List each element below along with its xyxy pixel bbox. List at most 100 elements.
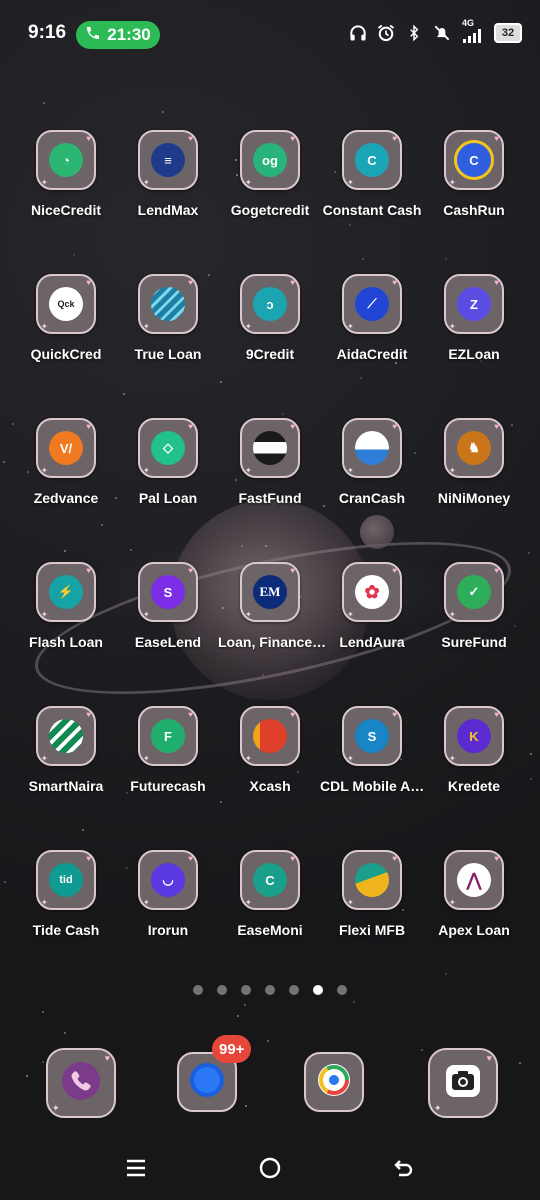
app-smartnaira[interactable]: ♥ ✦ SmartNaira xyxy=(14,706,118,794)
app-ezloan[interactable]: ♥ ✦ Z EZLoan xyxy=(422,274,526,362)
app-icon: ♥ ✦ C xyxy=(240,850,300,910)
app-xcash[interactable]: ♥ ✦ Xcash xyxy=(218,706,322,794)
app-icon: ♥ ✦ C xyxy=(444,130,504,190)
app-flash-loan[interactable]: ♥ ✦ ⚡ Flash Loan xyxy=(14,562,118,650)
star xyxy=(237,1015,239,1017)
recents-icon xyxy=(125,1157,147,1184)
messages-icon xyxy=(189,1062,225,1103)
app-icon: ♥ ✦ Z xyxy=(444,274,504,334)
app-lendaura[interactable]: ♥ ✦ ✿ LendAura xyxy=(320,562,424,650)
star xyxy=(445,973,447,975)
lendmax-icon: ≡ xyxy=(151,143,185,177)
app-icon: ♥ ✦ C xyxy=(342,130,402,190)
ongoing-call-pill[interactable]: 21:30 xyxy=(76,21,160,49)
star xyxy=(262,674,264,676)
call-timer: 21:30 xyxy=(107,25,151,44)
star xyxy=(162,111,164,113)
home-button[interactable] xyxy=(250,1152,290,1188)
alarm-icon xyxy=(376,22,396,44)
app-ninimoney[interactable]: ♥ ✦ ♞ NiNiMoney xyxy=(422,418,526,506)
app-icon: ♥ ✦ ♞ xyxy=(444,418,504,478)
app-apex-loan[interactable]: ♥ ✦ ⋀ Apex Loan xyxy=(422,850,526,938)
star xyxy=(421,1049,423,1051)
page-dot[interactable] xyxy=(241,985,251,995)
app-label: CDL Mobile A… xyxy=(320,778,425,794)
app-icon: ♥ ✦ S xyxy=(342,706,402,766)
star xyxy=(353,1001,355,1003)
app-icon: ♥ ✦ ⋀ xyxy=(444,850,504,910)
app-quickcred[interactable]: ♥ ✦ Qck QuickCred xyxy=(14,274,118,362)
app-aidacredit[interactable]: ♥ ✦ ⟋ AidaCredit xyxy=(320,274,424,362)
app-flexi-mfb[interactable]: ♥ ✦ Flexi MFB xyxy=(320,850,424,938)
star xyxy=(244,1004,246,1006)
app-label: QuickCred xyxy=(30,346,102,362)
app-label: CranCash xyxy=(338,490,406,506)
app-cashrun[interactable]: ♥ ✦ C CashRun xyxy=(422,130,526,218)
flexi-mfb-icon xyxy=(355,863,389,897)
app-nicecredit[interactable]: ♥ ✦ ◔ NiceCredit xyxy=(14,130,118,218)
fastfund-icon xyxy=(253,431,287,465)
star xyxy=(82,829,84,831)
app-tide-cash[interactable]: ♥ ✦ tid Tide Cash xyxy=(14,850,118,938)
page-dot[interactable] xyxy=(265,985,275,995)
app-label: Tide Cash xyxy=(32,922,100,938)
futurecash-icon: F xyxy=(151,719,185,753)
app-label: Kredete xyxy=(447,778,501,794)
app-crancash[interactable]: ♥ ✦ CranCash xyxy=(320,418,424,506)
constant-cash-icon: C xyxy=(355,143,389,177)
app-constant-cash[interactable]: ♥ ✦ C Constant Cash xyxy=(320,130,424,218)
app-icon: ♥ ✦ xyxy=(138,274,198,334)
app-zedvance[interactable]: ♥ ✦ V/ Zedvance xyxy=(14,418,118,506)
quickcred-icon: Qck xyxy=(49,287,83,321)
app-label: NiNiMoney xyxy=(437,490,511,506)
dock-camera-app[interactable]: ♥ ✦ xyxy=(428,1048,498,1118)
ezloan-icon: Z xyxy=(457,287,491,321)
app-icon: ♥ ✦ xyxy=(342,418,402,478)
app-icon: ♥ ✦ xyxy=(240,418,300,478)
lendaura-icon: ✿ xyxy=(355,575,389,609)
easelend-icon: S xyxy=(151,575,185,609)
page-dot[interactable] xyxy=(289,985,299,995)
signal-icon: 4G xyxy=(460,18,486,44)
zedvance-icon: V/ xyxy=(49,431,83,465)
page-indicator[interactable] xyxy=(0,985,540,995)
gogetcredit-icon: og xyxy=(253,143,287,177)
page-dot-active[interactable] xyxy=(313,985,323,995)
app-9credit[interactable]: ♥ ✦ ↄ 9Credit xyxy=(218,274,322,362)
recents-button[interactable] xyxy=(116,1152,156,1188)
app-true-loan[interactable]: ♥ ✦ True Loan xyxy=(116,274,220,362)
app-label: Zedvance xyxy=(33,490,99,506)
app-cdl-mobile[interactable]: ♥ ✦ S CDL Mobile A… xyxy=(320,706,424,794)
star xyxy=(245,1105,247,1107)
app-easelend[interactable]: ♥ ✦ S EaseLend xyxy=(116,562,220,650)
app-label: Flexi MFB xyxy=(338,922,406,938)
app-icon: ♥ ✦ V/ xyxy=(36,418,96,478)
app-surefund[interactable]: ♥ ✦ ✓ SureFund xyxy=(422,562,526,650)
chrome-icon xyxy=(316,1062,352,1103)
page-dot[interactable] xyxy=(193,985,203,995)
app-pal-loan[interactable]: ♥ ✦ ◇ Pal Loan xyxy=(116,418,220,506)
page-dot[interactable] xyxy=(337,985,347,995)
app-icon: ♥ ✦ ◔ xyxy=(36,130,96,190)
app-kredete[interactable]: ♥ ✦ K Kredete xyxy=(422,706,526,794)
star xyxy=(123,393,125,395)
pal-loan-icon: ◇ xyxy=(151,431,185,465)
back-button[interactable] xyxy=(384,1152,424,1188)
app-label: LendMax xyxy=(137,202,199,218)
app-fastfund[interactable]: ♥ ✦ FastFund xyxy=(218,418,322,506)
app-loan-finance[interactable]: ♥ ✦ EM Loan, Finance… xyxy=(218,562,326,650)
app-gogetcredit[interactable]: ♥ ✦ og Gogetcredit xyxy=(218,130,322,218)
app-irorun[interactable]: ♥ ✦ ◡ Irorun xyxy=(116,850,220,938)
camera-icon xyxy=(443,1061,483,1106)
app-label: Futurecash xyxy=(130,778,206,794)
ninimoney-icon: ♞ xyxy=(457,431,491,465)
app-label: Xcash xyxy=(249,778,291,794)
app-futurecash[interactable]: ♥ ✦ F Futurecash xyxy=(116,706,220,794)
dock-phone-app[interactable]: ♥ ✦ xyxy=(46,1048,116,1118)
app-icon: ♥ ✦ ✓ xyxy=(444,562,504,622)
app-lendmax[interactable]: ♥ ✦ ≡ LendMax xyxy=(116,130,220,218)
app-label: AidaCredit xyxy=(336,346,408,362)
page-dot[interactable] xyxy=(217,985,227,995)
app-easemoni[interactable]: ♥ ✦ C EaseMoni xyxy=(218,850,322,938)
dock-chrome-app[interactable] xyxy=(304,1052,364,1112)
